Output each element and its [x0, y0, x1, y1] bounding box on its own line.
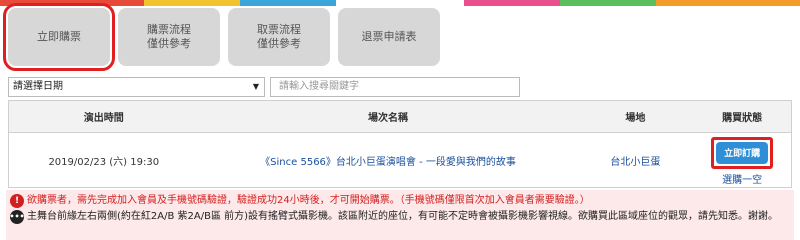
nav-button-label: 立即購票 — [37, 30, 81, 43]
dropdown-caret-icon: ▼ — [252, 82, 259, 91]
order-now-button[interactable]: 立即訂購 — [716, 141, 769, 164]
date-select[interactable]: 請選擇日期 ▼ — [8, 77, 265, 97]
header-status: 購買狀態 — [722, 113, 763, 124]
purchase-status-cell: 立即訂購 選購一空 — [693, 133, 791, 187]
nav-button-sublabel: 僅供參考 — [257, 37, 301, 50]
header-venue: 場地 — [625, 113, 646, 124]
date-select-value: 請選擇日期 — [13, 81, 63, 92]
warning-icon: ! — [10, 194, 24, 208]
nav-button-label: 購票流程 — [147, 23, 191, 36]
buy-button-highlight: 立即訂購 — [711, 136, 774, 169]
nav-button-label: 退票申請表 — [361, 30, 417, 43]
info-line: ••• 主舞台前緣左右兩側(約在紅2A/B 紫2A/B區 前方)設有搖臂式攝影機… — [9, 209, 790, 225]
buy-now-nav-button[interactable]: 立即購票 — [3, 3, 115, 71]
nav-button-sublabel: 僅供參考 — [147, 37, 191, 50]
table-row: 2019/02/23 (六) 19:30 《Since 5566》台北小巨蛋演唱… — [9, 133, 791, 187]
header-time: 演出時間 — [83, 113, 124, 124]
venue-link[interactable]: 台北小巨蛋 — [578, 133, 694, 187]
search-input[interactable]: 請輸入搜尋關鍵字 — [270, 77, 520, 97]
chat-bubble-icon: ••• — [9, 210, 25, 224]
warning-text: 欲購票者，需先完成加入會員及手機號碼驗證，驗證成功24小時後，才可開始購票。（手… — [27, 195, 590, 206]
nav-buttons: 立即購票 購票流程 僅供參考 取票流程 僅供參考 退票申請表 — [3, 3, 440, 71]
session-name-link[interactable]: 《Since 5566》台北小巨蛋演唱會 - 一段愛與我們的故事 — [199, 133, 578, 187]
session-time: 2019/02/23 (六) 19:30 — [48, 156, 160, 168]
sessions-table: 演出時間 場次名稱 場地 購買狀態 2019/02/23 (六) 19:30 《… — [8, 100, 792, 188]
header-name: 場次名稱 — [368, 113, 409, 124]
nav-button-label: 取票流程 — [257, 23, 301, 36]
filter-bar: 請選擇日期 ▼ 請輸入搜尋關鍵字 — [8, 77, 520, 97]
table-header: 演出時間 場次名稱 場地 購買狀態 — [9, 101, 791, 133]
refund-form-button[interactable]: 退票申請表 — [338, 8, 440, 66]
purchase-process-button[interactable]: 購票流程 僅供參考 — [118, 8, 220, 66]
pickup-process-button[interactable]: 取票流程 僅供參考 — [228, 8, 330, 66]
notice-box: ! 欲購票者，需先完成加入會員及手機號碼驗證，驗證成功24小時後，才可開始購票。… — [6, 190, 794, 240]
banner-strip — [0, 0, 800, 6]
sold-out-status: 選購一空 — [722, 174, 763, 186]
info-text: 主舞台前緣左右兩側(約在紅2A/B 紫2A/B區 前方)設有搖臂式攝影機。該區附… — [27, 211, 779, 222]
warning-line: ! 欲購票者，需先完成加入會員及手機號碼驗證，驗證成功24小時後，才可開始購票。… — [10, 193, 790, 209]
